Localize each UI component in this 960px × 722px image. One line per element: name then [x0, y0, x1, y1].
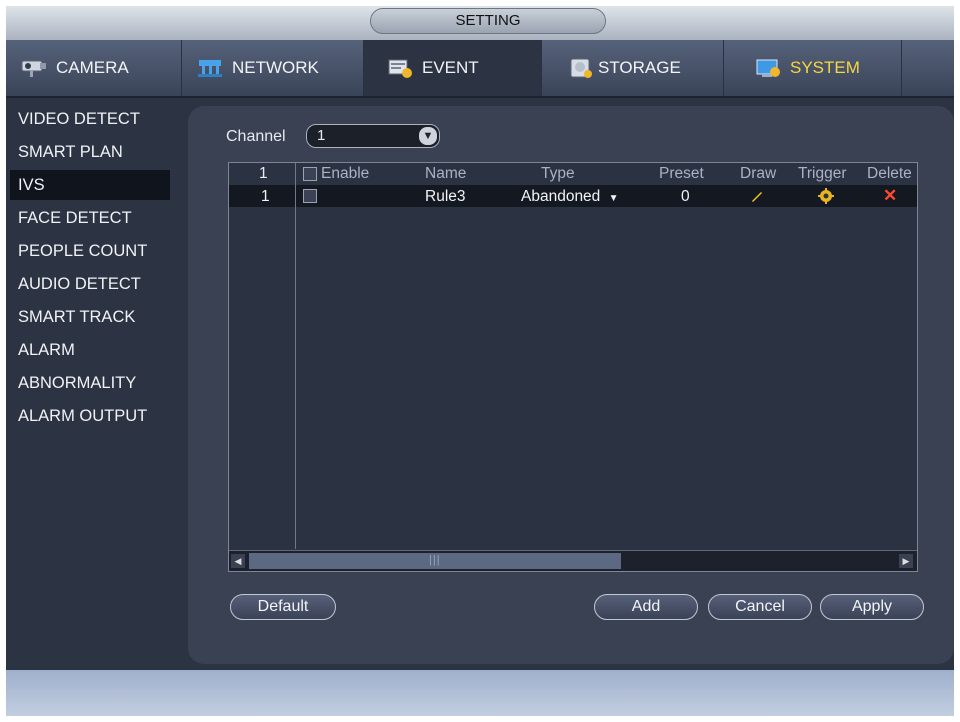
sidebar-item-abnormality[interactable]: ABNORMALITY [10, 368, 170, 398]
header-trigger: Trigger [798, 165, 847, 182]
row-number: 1 [261, 188, 270, 205]
system-icon [754, 57, 782, 79]
channel-select[interactable]: 1 ▼ [306, 124, 440, 148]
header-delete: Delete [867, 165, 912, 182]
sidebar-item-alarm-output[interactable]: ALARM OUTPUT [10, 401, 170, 431]
chevron-down-icon[interactable]: ▼ [419, 127, 437, 145]
sidebar-item-alarm[interactable]: ALARM [10, 335, 170, 365]
tab-storage[interactable]: STORAGE [542, 40, 724, 96]
header-preset: Preset [659, 165, 704, 182]
sidebar-item-smart-track[interactable]: SMART TRACK [10, 302, 170, 332]
header-draw: Draw [740, 165, 777, 182]
horizontal-scrollbar[interactable]: ◀ ||| ▶ [229, 550, 917, 571]
rule-type-select[interactable]: Abandoned ▼ [521, 188, 619, 206]
sidebar-item-face-detect[interactable]: FACE DETECT [10, 203, 170, 233]
channel-value: 1 [317, 127, 326, 144]
rule-preset: 0 [681, 188, 690, 205]
event-icon [386, 57, 414, 79]
ivs-panel: Channel 1 ▼ 1 Enable Name Type Preset Dr… [188, 106, 954, 664]
sidebar-item-people-count[interactable]: PEOPLE COUNT [10, 236, 170, 266]
settings-window: SETTING CAMERA NETWORK EVENT STORAGE SYS… [6, 6, 954, 716]
scrollbar-thumb[interactable]: ||| [249, 553, 621, 569]
tab-event-label: EVENT [422, 58, 479, 77]
tab-system-label: SYSTEM [790, 58, 860, 77]
scroll-right-icon[interactable]: ▶ [899, 554, 913, 568]
header-type: Type [541, 165, 575, 182]
channel-label: Channel [226, 128, 286, 145]
select-all-checkbox[interactable] [303, 167, 317, 181]
column-divider [295, 163, 296, 549]
tab-network-label: NETWORK [232, 58, 319, 77]
draw-icon[interactable] [749, 188, 765, 209]
table-header: 1 Enable Name Type Preset Draw Trigger D… [229, 163, 917, 186]
storage-icon [568, 57, 596, 79]
header-name: Name [425, 165, 467, 182]
sidebar-item-video-detect[interactable]: VIDEO DETECT [10, 104, 170, 134]
scrollbar-grip-icon: ||| [429, 554, 441, 566]
tab-system[interactable]: SYSTEM [724, 40, 902, 96]
default-button[interactable]: Default [230, 594, 336, 620]
rule-enable-checkbox[interactable] [303, 189, 317, 203]
tab-event[interactable]: EVENT [364, 40, 542, 96]
status-bar [6, 670, 954, 716]
network-icon [196, 57, 224, 79]
table-row[interactable]: 1 Rule3 Abandoned ▼ 0 ✕ [229, 185, 917, 207]
title-bar: SETTING [6, 6, 954, 40]
delete-icon[interactable]: ✕ [883, 186, 897, 206]
tab-network[interactable]: NETWORK [182, 40, 364, 96]
tab-storage-label: STORAGE [598, 58, 681, 77]
main-tab-bar: CAMERA NETWORK EVENT STORAGE SYSTEM [6, 40, 954, 98]
window-title: SETTING [370, 8, 606, 34]
sidebar-item-audio-detect[interactable]: AUDIO DETECT [10, 269, 170, 299]
sidebar-item-ivs[interactable]: IVS [10, 170, 170, 200]
header-enable: Enable [321, 165, 370, 182]
rule-type-value: Abandoned [521, 188, 601, 205]
event-sidebar: VIDEO DETECT SMART PLAN IVS FACE DETECT … [6, 98, 182, 670]
rule-table: 1 Enable Name Type Preset Draw Trigger D… [228, 162, 918, 572]
gear-icon[interactable] [817, 187, 835, 210]
apply-button[interactable]: Apply [820, 594, 924, 620]
camera-icon [20, 57, 48, 79]
tab-camera[interactable]: CAMERA [6, 40, 182, 96]
tab-camera-label: CAMERA [56, 58, 129, 77]
screen: SETTING CAMERA NETWORK EVENT STORAGE SYS… [0, 0, 960, 722]
rule-name: Rule3 [425, 188, 466, 205]
header-number: 1 [259, 165, 268, 182]
caret-down-icon: ▼ [608, 193, 619, 204]
sidebar-item-smart-plan[interactable]: SMART PLAN [10, 137, 170, 167]
cancel-button[interactable]: Cancel [708, 594, 812, 620]
add-button[interactable]: Add [594, 594, 698, 620]
scroll-left-icon[interactable]: ◀ [231, 554, 245, 568]
